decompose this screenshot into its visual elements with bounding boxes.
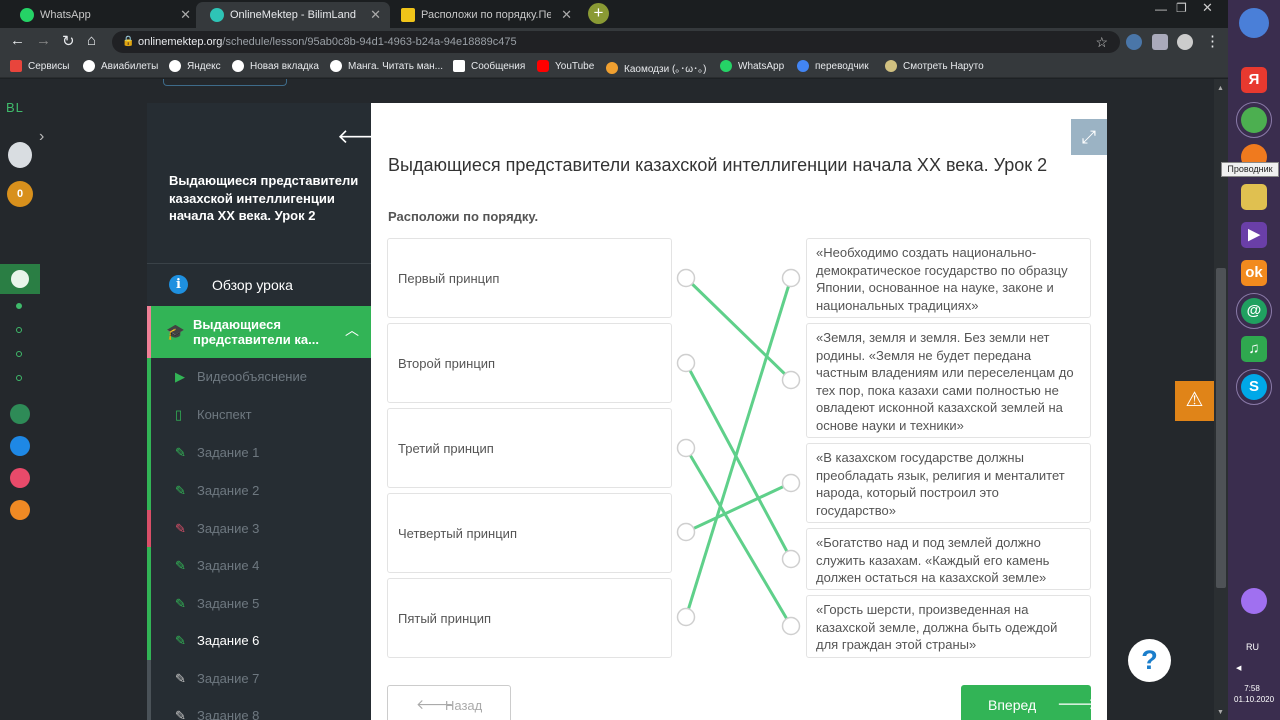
right-handle[interactable] [781,268,801,288]
skype-icon[interactable]: S [1236,369,1272,405]
chrome-icon[interactable] [1236,102,1272,138]
match-line [685,481,792,534]
scroll-up-icon[interactable]: ▲ [1217,85,1224,92]
right-handle[interactable] [781,549,801,569]
scroll-down-icon[interactable]: ▼ [1217,709,1224,716]
scrollbar-thumb[interactable] [1216,268,1226,588]
system-clock[interactable]: 7:58 01.10.2020 [1234,683,1275,705]
yandex-browser-icon[interactable]: Я [1241,67,1267,93]
media-player-icon[interactable]: ▶ [1241,222,1267,248]
match-line [684,362,793,560]
back-button[interactable]: 🡐 Назад [387,685,511,720]
taskbar-tooltip: Проводник [1221,162,1279,177]
help-button[interactable]: ? [1128,639,1171,682]
clock-date: 01.10.2020 [1234,695,1275,704]
mail-agent-icon[interactable]: @ [1236,293,1272,329]
left-handle[interactable] [676,268,696,288]
music-icon[interactable]: ♫ [1241,336,1267,362]
file-explorer-icon[interactable] [1241,184,1267,210]
left-handle[interactable] [676,607,696,627]
arrow-right-icon: 🡒 [1057,696,1098,713]
tray-arrow-icon[interactable]: ◀ [1236,664,1241,672]
left-handle[interactable] [676,438,696,458]
language-indicator[interactable]: RU [1246,642,1259,652]
next-label: Вперед [988,697,1037,713]
windows-start-icon[interactable] [1239,8,1269,38]
next-button[interactable]: Вперед 🡒 [961,685,1097,720]
odnoklassniki-icon[interactable]: ok [1241,260,1267,286]
left-handle[interactable] [676,522,696,542]
connection-lines [676,268,801,636]
left-handle[interactable] [676,353,696,373]
alice-icon[interactable] [1241,588,1267,614]
clock-time: 7:58 [1244,684,1260,693]
right-handle[interactable] [781,473,801,493]
match-line [684,447,793,627]
back-label: Назад [445,698,483,713]
right-handle[interactable] [781,370,801,390]
right-handle[interactable] [781,616,801,636]
warning-icon[interactable]: ⚠ [1175,381,1214,421]
